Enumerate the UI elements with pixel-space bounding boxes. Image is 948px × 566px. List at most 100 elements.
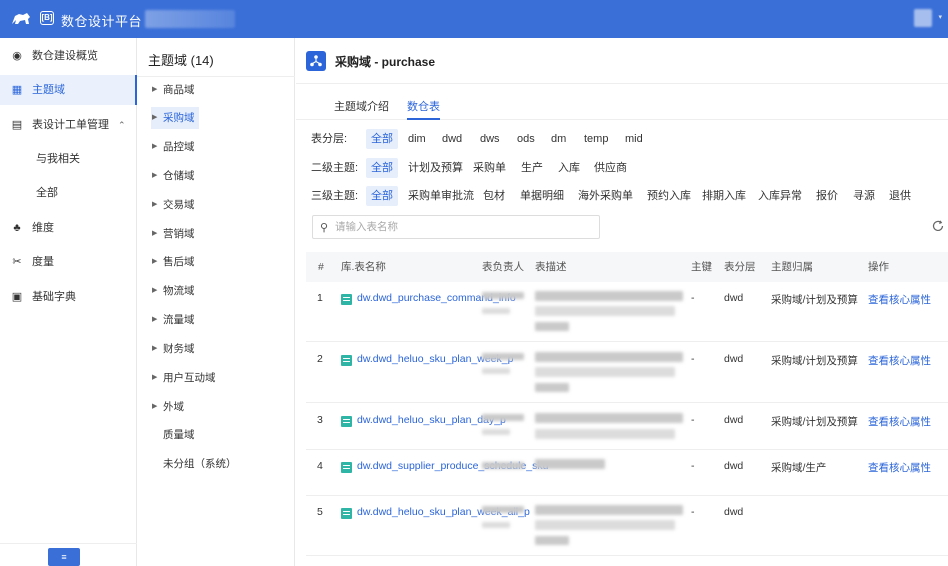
- sidebar-subitem-mine[interactable]: 与我相关: [0, 144, 137, 174]
- filter-chip[interactable]: 退供: [884, 186, 916, 206]
- tree-item[interactable]: ▶ 财务域: [151, 338, 199, 360]
- app-title[interactable]: 数仓设计平台: [61, 11, 142, 30]
- table-row: 1 dw.dwd_purchase_command_info - dwd 采购域…: [306, 282, 948, 342]
- filter-chip[interactable]: 生产: [516, 158, 548, 178]
- caret-right-icon[interactable]: ▶: [152, 396, 157, 418]
- refresh-icon[interactable]: [931, 219, 945, 233]
- table-name-link[interactable]: dw.dwd_heluo_sku_plan_week_all_p: [357, 505, 530, 519]
- filter-chip[interactable]: 包材: [478, 186, 510, 206]
- table-layer: dwd: [724, 292, 744, 304]
- filter-chip[interactable]: 排期入库: [697, 186, 751, 206]
- filter-chip[interactable]: 寻源: [848, 186, 880, 206]
- filter-chip[interactable]: dwd: [437, 129, 467, 149]
- tab-tables[interactable]: 数仓表: [407, 98, 440, 120]
- table-header: # 库.表名称 表负责人 表描述 主键 表分层 主题归属 操作: [306, 252, 948, 282]
- primary-key: -: [691, 353, 695, 365]
- caret-right-icon[interactable]: ▶: [152, 136, 157, 158]
- filter-chip[interactable]: temp: [579, 129, 613, 149]
- blurred-description: [535, 429, 675, 439]
- sidebar-item-dictionary[interactable]: ▣ 基础字典: [0, 282, 137, 312]
- topic-path: 采购域/计划及预算: [771, 355, 858, 367]
- caret-right-icon[interactable]: ▶: [152, 367, 157, 389]
- view-core-attributes-link[interactable]: 查看核心属性: [868, 414, 931, 429]
- filter-chip[interactable]: 全部: [366, 186, 398, 206]
- tree-item[interactable]: ▶ 仓储域: [151, 165, 199, 187]
- dashboard-icon: ◉: [12, 50, 22, 62]
- filter-chip[interactable]: 单据明细: [515, 186, 569, 206]
- caret-right-icon[interactable]: ▶: [152, 309, 157, 331]
- filter-chip[interactable]: 入库异常: [753, 186, 807, 206]
- caret-right-icon[interactable]: ▶: [152, 251, 157, 273]
- tree-item[interactable]: ▶ 商品域: [151, 79, 199, 101]
- filter-chip[interactable]: 采购单审批流: [403, 186, 479, 206]
- sidebar-item-table-design[interactable]: ▤ 表设计工单管理 ⌃: [0, 110, 137, 140]
- caret-right-icon[interactable]: ▶: [152, 79, 157, 101]
- filter-chip[interactable]: mid: [620, 129, 648, 149]
- chevron-up-icon[interactable]: ⌃: [118, 110, 126, 140]
- table-name-link[interactable]: dw.dwd_supplier_produce_schedule_sku: [357, 459, 548, 473]
- filter-chip[interactable]: 入库: [553, 158, 585, 178]
- logo-icon[interactable]: [10, 9, 32, 29]
- caret-right-icon[interactable]: ▶: [152, 280, 157, 302]
- filter-chip[interactable]: 供应商: [589, 158, 632, 178]
- view-core-attributes-link[interactable]: 查看核心属性: [868, 292, 931, 307]
- search-input[interactable]: [335, 219, 595, 235]
- table-layer: dwd: [724, 353, 744, 365]
- sidebar-item-domain[interactable]: ▦ 主题域: [0, 75, 137, 105]
- tree-item[interactable]: ▶ 外域: [151, 396, 188, 418]
- filter-chip[interactable]: dws: [475, 129, 505, 149]
- tree-item[interactable]: 未分组（系统）: [151, 453, 241, 475]
- sidebar-subitem-all[interactable]: 全部: [0, 178, 137, 208]
- view-core-attributes-link[interactable]: 查看核心属性: [868, 353, 931, 368]
- tree-item[interactable]: ▶ 营销域: [151, 223, 199, 245]
- divider: [137, 76, 295, 77]
- topic-path: 采购域/生产: [771, 462, 827, 474]
- tree-item-selected[interactable]: ▶ 采购域: [151, 107, 199, 129]
- user-avatar[interactable]: [914, 9, 932, 27]
- sidebar-item-label: 表设计工单管理: [32, 119, 109, 131]
- tab-intro[interactable]: 主题域介绍: [334, 98, 389, 120]
- table-row: 5 dw.dwd_heluo_sku_plan_week_all_p - dwd: [306, 496, 948, 556]
- tree-item[interactable]: ▶ 售后域: [151, 251, 199, 273]
- search-box: ⚲: [312, 215, 600, 239]
- tree-item[interactable]: ▶ 用户互动域: [151, 367, 220, 389]
- caret-right-icon[interactable]: ▶: [152, 107, 157, 129]
- filter-chip[interactable]: 全部: [366, 158, 398, 178]
- table-name-link[interactable]: dw.dwd_heluo_sku_plan_day_p: [357, 413, 506, 427]
- blurred-owner: [482, 522, 510, 528]
- tree-item[interactable]: ▶ 流量域: [151, 309, 199, 331]
- caret-right-icon[interactable]: ▶: [152, 194, 157, 216]
- table-name-link[interactable]: dw.dwd_heluo_sku_plan_week_p: [357, 352, 513, 366]
- tree-item[interactable]: ▶ 交易域: [151, 194, 199, 216]
- filter-chip[interactable]: 海外采购单: [573, 186, 638, 206]
- table-row: 3 dw.dwd_heluo_sku_plan_day_p - dwd 采购域/…: [306, 403, 948, 450]
- collapse-sidebar-button[interactable]: ≡: [48, 548, 80, 566]
- topic-path: 采购域/计划及预算: [771, 294, 858, 306]
- filter-chip[interactable]: 预约入库: [642, 186, 696, 206]
- blurred-description: [535, 383, 569, 392]
- chevron-down-icon[interactable]: ▾: [938, 13, 942, 21]
- filter-chip[interactable]: dim: [403, 129, 431, 149]
- column-header: 主键: [691, 261, 712, 273]
- grid-icon: ▦: [11, 84, 23, 96]
- filter-chip[interactable]: 报价: [811, 186, 843, 206]
- view-core-attributes-link[interactable]: 查看核心属性: [868, 460, 931, 475]
- sidebar-item-measure[interactable]: ✂ 度量: [0, 247, 137, 277]
- blurred-project-selector[interactable]: [145, 10, 235, 28]
- table-name-link[interactable]: dw.dwd_purchase_command_info: [357, 291, 516, 305]
- column-header: 操作: [868, 261, 889, 273]
- sidebar-item-overview[interactable]: ◉ 数仓建设概览: [0, 41, 137, 71]
- filter-chip[interactable]: 计划及预算: [403, 158, 468, 178]
- caret-right-icon[interactable]: ▶: [152, 165, 157, 187]
- tree-item[interactable]: ▶ 品控域: [151, 136, 199, 158]
- filter-chip[interactable]: dm: [546, 129, 571, 149]
- filter-chip[interactable]: 采购单: [468, 158, 511, 178]
- filter-chip[interactable]: 全部: [366, 129, 398, 149]
- filter-chip[interactable]: ods: [512, 129, 540, 149]
- caret-right-icon[interactable]: ▶: [152, 338, 157, 360]
- tree-item[interactable]: 质量域: [151, 424, 199, 446]
- sidebar-item-dimension[interactable]: ♣ 维度: [0, 213, 137, 243]
- tree-item[interactable]: ▶ 物流域: [151, 280, 199, 302]
- caret-right-icon[interactable]: ▶: [152, 223, 157, 245]
- blurred-owner: [482, 353, 524, 360]
